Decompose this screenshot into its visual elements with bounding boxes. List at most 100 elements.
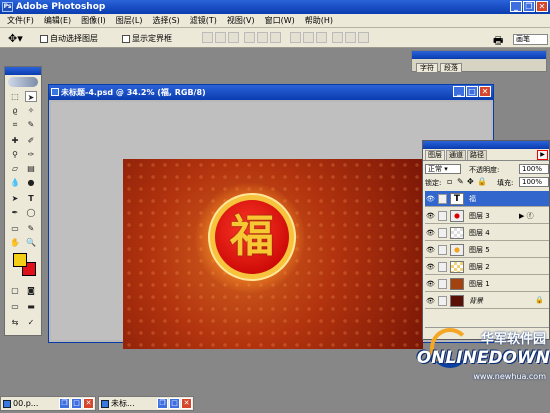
tab-channels[interactable]: 通道 — [446, 150, 466, 160]
brush-tool-icon[interactable]: ✐ — [25, 135, 37, 146]
menu-help[interactable]: 帮助(H) — [300, 15, 338, 26]
pen-tool-icon[interactable]: ✒ — [9, 207, 21, 218]
printer-icon[interactable]: 🖶 — [493, 32, 503, 51]
distribute-right-icon[interactable] — [358, 32, 369, 43]
distribute-vcenter-icon[interactable] — [303, 32, 314, 43]
distribute-bottom-icon[interactable] — [316, 32, 327, 43]
close-icon[interactable]: ✕ — [83, 398, 94, 409]
align-right-icon[interactable] — [270, 32, 281, 43]
restore-icon[interactable]: ❐ — [157, 398, 168, 409]
menu-filter[interactable]: 滤镜(T) — [185, 15, 222, 26]
quickmask-mode-icon[interactable]: ◙ — [25, 285, 37, 296]
dodge-tool-icon[interactable]: ● — [25, 177, 37, 188]
hand-tool-icon[interactable]: ✋ — [9, 237, 21, 248]
healing-brush-icon[interactable]: ✚ — [9, 135, 21, 146]
menu-layer[interactable]: 图层(L) — [111, 15, 148, 26]
artwork-canvas[interactable]: 福 — [123, 159, 423, 349]
link-icon[interactable] — [438, 211, 447, 221]
link-icon[interactable] — [438, 262, 447, 272]
lock-image-icon[interactable]: ✎ — [457, 177, 464, 186]
close-icon[interactable]: ✕ — [536, 1, 548, 12]
link-brush-icon[interactable] — [438, 194, 447, 204]
layer-row-3[interactable]: 👁 图层 3 ▶ ⓕ — [425, 208, 549, 224]
layer-effects-icon[interactable]: ▶ ⓕ — [519, 211, 534, 221]
menu-view[interactable]: 视图(V) — [222, 15, 260, 26]
restore-icon[interactable]: ❐ — [523, 1, 535, 12]
lock-transparency-icon[interactable]: ▫ — [447, 177, 452, 186]
layer-row-5[interactable]: 👁 图层 5 — [425, 242, 549, 258]
visibility-eye-icon[interactable]: 👁 — [426, 195, 436, 203]
blur-tool-icon[interactable]: 💧 — [9, 177, 21, 188]
tab-layers[interactable]: 图层 — [425, 150, 445, 160]
shape-tool-icon[interactable]: ◯ — [25, 207, 37, 218]
align-top-icon[interactable] — [202, 32, 213, 43]
visibility-eye-icon[interactable]: 👁 — [426, 246, 436, 254]
move-tool-icon[interactable]: ➤ — [25, 91, 37, 102]
show-bounds-checkbox[interactable] — [122, 34, 130, 43]
align-vcenter-icon[interactable] — [215, 32, 226, 43]
screen-mode-standard-icon[interactable]: ▭ — [9, 301, 21, 312]
tab-paths[interactable]: 路径 — [467, 150, 487, 160]
auto-select-option[interactable]: 自动选择图层 — [40, 33, 98, 44]
visibility-eye-icon[interactable]: 👁 — [426, 212, 436, 220]
clone-stamp-icon[interactable]: ⚲ — [9, 149, 21, 160]
type-tool-icon[interactable]: T — [25, 193, 37, 204]
menu-image[interactable]: 图像(I) — [76, 15, 111, 26]
layer-row-2[interactable]: 👁 图层 2 — [425, 259, 549, 275]
visibility-eye-icon[interactable]: 👁 — [426, 229, 436, 237]
eraser-tool-icon[interactable]: ▱ — [9, 163, 21, 174]
panel-menu-arrow-icon[interactable]: ▶ — [537, 150, 548, 160]
distribute-top-icon[interactable] — [290, 32, 301, 43]
doc-maximize-icon[interactable]: □ — [466, 86, 478, 97]
auto-select-checkbox[interactable] — [40, 34, 48, 43]
align-bottom-icon[interactable] — [228, 32, 239, 43]
visibility-eye-icon[interactable]: 👁 — [426, 263, 436, 271]
visibility-eye-icon[interactable]: 👁 — [426, 280, 436, 288]
standard-mode-icon[interactable]: ▢ — [9, 285, 21, 296]
move-tool-icon[interactable]: ✥▾ — [8, 32, 23, 45]
layer-row-4[interactable]: 👁 图层 4 — [425, 225, 549, 241]
imageready-icon[interactable]: ✓ — [25, 317, 37, 328]
eyedropper-icon[interactable]: ✎ — [25, 223, 37, 234]
blend-mode-select[interactable]: 正常 ▾ — [425, 164, 461, 174]
align-hcenter-icon[interactable] — [257, 32, 268, 43]
tab-character[interactable]: 字符 — [416, 63, 438, 72]
gradient-tool-icon[interactable]: ▤ — [25, 163, 37, 174]
notes-tool-icon[interactable]: ▭ — [9, 223, 21, 234]
maximize-icon[interactable]: □ — [71, 398, 82, 409]
show-bounds-option[interactable]: 显示定界框 — [122, 33, 172, 44]
foreground-color-swatch[interactable] — [13, 253, 27, 267]
zoom-tool-icon[interactable]: 🔍 — [25, 237, 37, 248]
layer-row-background[interactable]: 👁 背景 🔒 — [425, 293, 549, 309]
crop-tool-icon[interactable]: ⌗ — [9, 119, 21, 130]
close-icon[interactable]: ✕ — [181, 398, 192, 409]
menu-window[interactable]: 窗口(W) — [260, 15, 300, 26]
doc-minimize-icon[interactable]: _ — [453, 86, 465, 97]
screen-mode-full-icon[interactable]: ▬ — [25, 301, 37, 312]
slice-tool-icon[interactable]: ✎ — [25, 119, 37, 130]
link-icon[interactable] — [438, 245, 447, 255]
layer-row-text[interactable]: 👁 T 福 — [425, 191, 549, 207]
marquee-tool-icon[interactable]: ⬚ — [9, 91, 21, 102]
menu-edit[interactable]: 编辑(E) — [39, 15, 76, 26]
layer-row-1[interactable]: 👁 图层 1 — [425, 276, 549, 292]
minimized-doc-2[interactable]: 未标... ❐ □ ✕ — [98, 396, 194, 411]
lasso-tool-icon[interactable]: ϱ — [9, 105, 21, 116]
link-icon[interactable] — [438, 279, 447, 289]
link-icon[interactable] — [438, 296, 447, 306]
menu-file[interactable]: 文件(F) — [2, 15, 39, 26]
fill-input[interactable]: 100% — [519, 177, 549, 187]
link-icon[interactable] — [438, 228, 447, 238]
menu-select[interactable]: 选择(S) — [147, 15, 184, 26]
opacity-input[interactable]: 100% — [519, 164, 549, 174]
distribute-left-icon[interactable] — [332, 32, 343, 43]
tab-paragraph[interactable]: 段落 — [440, 63, 462, 72]
distribute-hcenter-icon[interactable] — [345, 32, 356, 43]
magic-wand-icon[interactable]: ✧ — [25, 105, 37, 116]
doc-close-icon[interactable]: ✕ — [479, 86, 491, 97]
lock-all-icon[interactable]: 🔒 — [477, 177, 487, 186]
visibility-eye-icon[interactable]: 👁 — [426, 297, 436, 305]
history-brush-icon[interactable]: ✑ — [25, 149, 37, 160]
palette-tab-brushes[interactable]: 画笔 — [513, 34, 548, 45]
minimize-icon[interactable]: _ — [510, 1, 522, 12]
